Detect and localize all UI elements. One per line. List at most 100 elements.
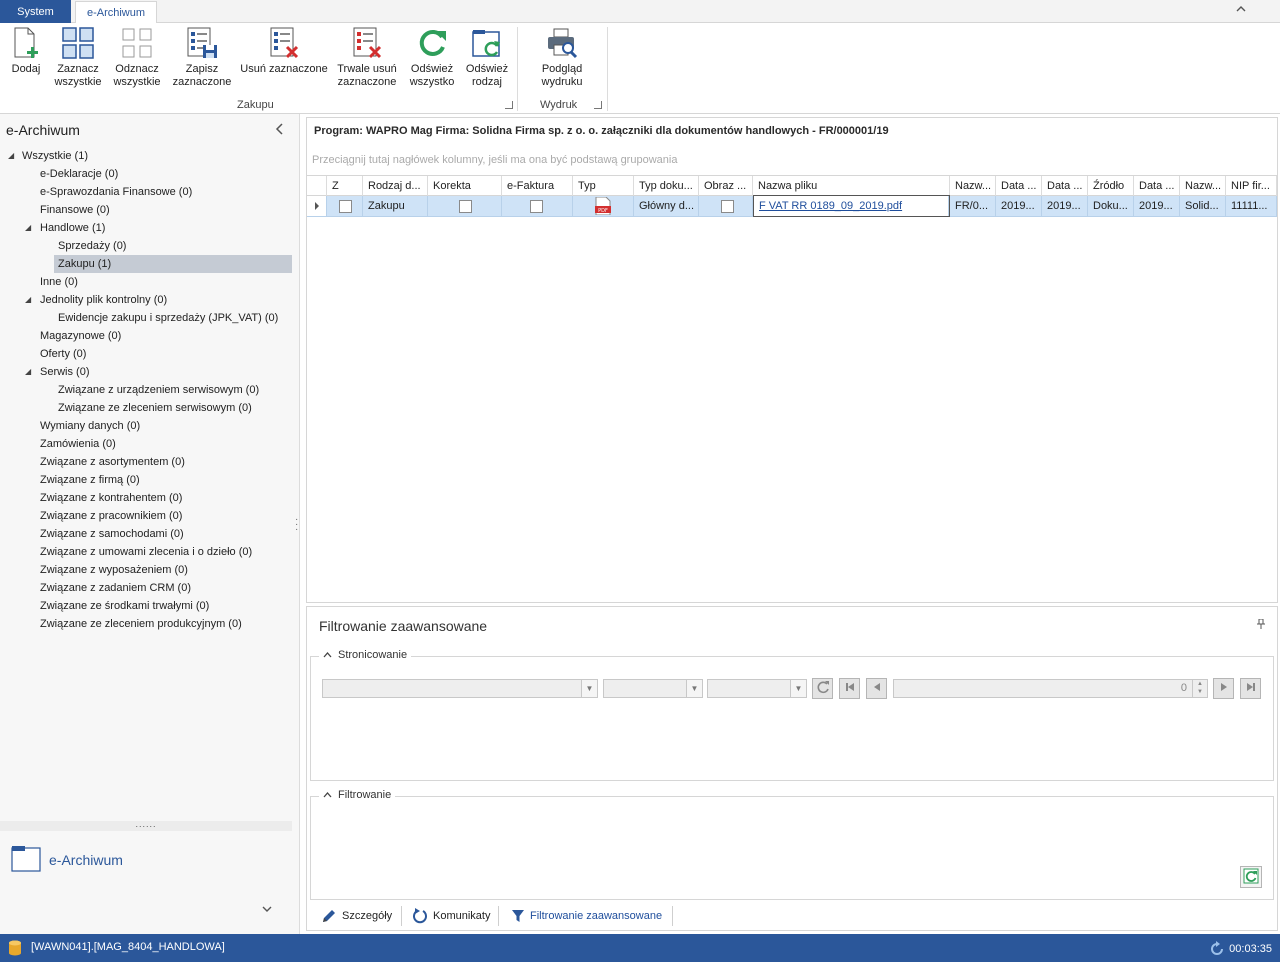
next-page-button[interactable]: [1213, 678, 1234, 699]
efaktura-checkbox[interactable]: [530, 200, 543, 213]
tree-expand-icon[interactable]: ◢: [25, 291, 31, 309]
cell-z[interactable]: [327, 196, 363, 216]
paging-refresh-button[interactable]: [812, 678, 833, 699]
paging-size-select[interactable]: ▼: [603, 679, 703, 698]
group-launcher-icon[interactable]: [594, 101, 602, 109]
tree-node[interactable]: Związane z urządzeniem serwisowym (0): [58, 381, 259, 399]
tree-node[interactable]: Związane z umowami zlecenia i o dzieło (…: [40, 543, 252, 561]
cell-rodzaj[interactable]: Zakupu: [363, 196, 428, 216]
tree-node[interactable]: Związane ze zleceniem produkcyjnym (0): [40, 615, 242, 633]
tree-node[interactable]: Serwis (0): [40, 363, 90, 381]
tree-node[interactable]: Handlowe (1): [40, 219, 105, 237]
column-header[interactable]: Źródło: [1088, 176, 1134, 196]
refresh-type-button[interactable]: Odśwież rodzaj: [462, 26, 512, 92]
filtering-group-header[interactable]: Filtrowanie: [319, 789, 396, 801]
row-indicator[interactable]: [307, 196, 327, 216]
tree-node[interactable]: Związane z samochodami (0): [40, 525, 184, 543]
tree-node[interactable]: e-Deklaracje (0): [40, 165, 118, 183]
tree-expand-icon[interactable]: ◢: [8, 147, 14, 165]
column-header[interactable]: Typ doku...: [634, 176, 699, 196]
select-checkbox[interactable]: [339, 200, 352, 213]
nav-module-e-archiwum[interactable]: e-Archiwum: [11, 844, 123, 875]
refresh-all-button[interactable]: Odśwież wszystko: [405, 26, 459, 92]
nav-splitter[interactable]: ......: [0, 820, 292, 831]
column-header[interactable]: Nazw...: [1180, 176, 1226, 196]
group-launcher-icon[interactable]: [505, 101, 513, 109]
column-header[interactable]: e-Faktura: [502, 176, 573, 196]
column-header[interactable]: Nazwa pliku: [753, 176, 950, 196]
tree-expand-icon[interactable]: ◢: [25, 363, 31, 381]
cell-obraz[interactable]: [699, 196, 753, 216]
pin-icon[interactable]: [1257, 618, 1265, 632]
tree-node[interactable]: Związane ze środkami trwałymi (0): [40, 597, 209, 615]
column-header[interactable]: Obraz ...: [699, 176, 753, 196]
column-header[interactable]: Nazw...: [950, 176, 996, 196]
column-header[interactable]: Data ...: [1134, 176, 1180, 196]
tree-node[interactable]: Związane z pracownikiem (0): [40, 507, 182, 525]
print-preview-button[interactable]: Podgląd wydruku: [535, 26, 589, 92]
column-header[interactable]: NIP fir...: [1226, 176, 1277, 196]
collapse-nav-icon[interactable]: [275, 122, 285, 138]
column-header[interactable]: Korekta: [428, 176, 502, 196]
tab-e-archiwum[interactable]: e-Archiwum: [75, 1, 157, 24]
splitter-grip-icon[interactable]: · · ·: [295, 515, 298, 535]
column-header[interactable]: Data ...: [1042, 176, 1088, 196]
file-link[interactable]: F VAT RR 0189_09_2019.pdf: [759, 200, 902, 212]
tab-details[interactable]: Szczegóły: [321, 905, 392, 927]
cell-efaktura[interactable]: [502, 196, 573, 216]
previous-page-button[interactable]: [866, 678, 887, 699]
cell-data[interactable]: 2019...: [996, 196, 1042, 216]
tree-node[interactable]: Zakupu (1): [54, 255, 292, 273]
paging-group-header[interactable]: Stronicowanie: [319, 649, 412, 661]
paging-mode-select[interactable]: ▼: [707, 679, 807, 698]
deselect-all-button[interactable]: Odznacz wszystkie: [111, 26, 163, 92]
tree-node[interactable]: Wymiany danych (0): [40, 417, 140, 435]
select-all-button[interactable]: Zaznacz wszystkie: [52, 26, 104, 92]
tree-node[interactable]: Wszystkie (1): [22, 147, 88, 165]
paging-field-select[interactable]: ▼: [322, 679, 598, 698]
tree-expand-icon[interactable]: ◢: [25, 219, 31, 237]
tree-node[interactable]: Związane z kontrahentem (0): [40, 489, 182, 507]
page-spinner[interactable]: ▲ ▼: [1192, 680, 1207, 697]
cell-nip[interactable]: 11111...: [1226, 196, 1277, 216]
cell-typ[interactable]: PDF: [573, 196, 634, 216]
tree-node[interactable]: Związane z firmą (0): [40, 471, 140, 489]
chevron-down-icon[interactable]: ▼: [790, 680, 806, 697]
tree-node[interactable]: e-Sprawozdania Finansowe (0): [40, 183, 192, 201]
chevron-down-icon[interactable]: ▼: [686, 680, 702, 697]
table-row[interactable]: Zakupu PDF Główny d... F VAT RR 0189_09_…: [307, 195, 1277, 217]
tree-node[interactable]: Oferty (0): [40, 345, 86, 363]
korekta-checkbox[interactable]: [459, 200, 472, 213]
apply-filter-button[interactable]: [1240, 866, 1262, 888]
column-header[interactable]: Z: [327, 176, 363, 196]
collapse-ribbon-icon[interactable]: [1236, 4, 1246, 16]
cell-zrodlo[interactable]: Doku...: [1088, 196, 1134, 216]
chevron-down-icon[interactable]: ▼: [581, 680, 597, 697]
tree-node[interactable]: Związane ze zleceniem serwisowym (0): [58, 399, 252, 417]
tree-node[interactable]: Sprzedaży (0): [58, 237, 126, 255]
group-by-prompt[interactable]: Przeciągnij tutaj nagłówek kolumny, jeśl…: [312, 154, 677, 166]
tab-system[interactable]: System: [0, 0, 71, 23]
permanent-delete-button[interactable]: Trwale usuń zaznaczone: [335, 26, 399, 92]
column-header[interactable]: Rodzaj d...: [363, 176, 428, 196]
add-button[interactable]: Dodaj: [8, 26, 44, 92]
save-selected-button[interactable]: Zapisz zaznaczone: [171, 26, 233, 92]
cell-data[interactable]: 2019...: [1134, 196, 1180, 216]
cell-data[interactable]: 2019...: [1042, 196, 1088, 216]
tree-node[interactable]: Finansowe (0): [40, 201, 110, 219]
tree-node[interactable]: Związane z zadaniem CRM (0): [40, 579, 191, 597]
cell-nazwa-firmy[interactable]: Solid...: [1180, 196, 1226, 216]
delete-selected-button[interactable]: Usuń zaznaczone: [238, 26, 330, 92]
chevron-down-icon[interactable]: [262, 902, 272, 916]
tree-node[interactable]: Jednolity plik kontrolny (0): [40, 291, 167, 309]
column-header[interactable]: Typ: [573, 176, 634, 196]
tree-node[interactable]: Zamówienia (0): [40, 435, 116, 453]
tree-node[interactable]: Ewidencje zakupu i sprzedaży (JPK_VAT) (…: [58, 309, 278, 327]
page-number-field[interactable]: 0 ▲ ▼: [893, 679, 1208, 698]
tab-advanced-filter[interactable]: Filtrowanie zaawansowane: [511, 905, 662, 927]
first-page-button[interactable]: [839, 678, 860, 699]
tree-node[interactable]: Magazynowe (0): [40, 327, 121, 345]
last-page-button[interactable]: [1240, 678, 1261, 699]
tree-node[interactable]: Inne (0): [40, 273, 78, 291]
obraz-checkbox[interactable]: [721, 200, 734, 213]
